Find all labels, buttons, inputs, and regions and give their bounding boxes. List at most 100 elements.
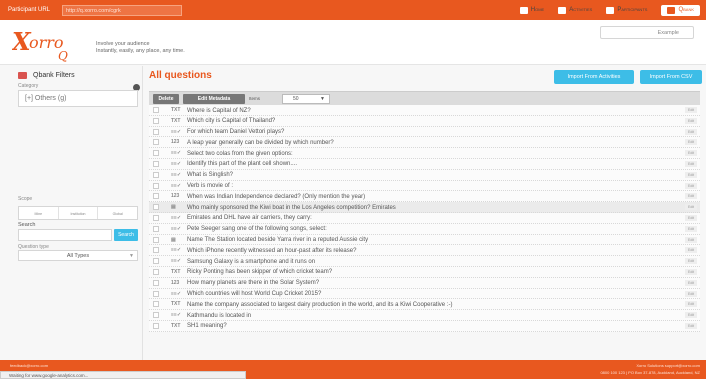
items-per-page-select[interactable]: 50 ▼ — [282, 94, 330, 104]
question-row[interactable]: 123 How many planets are there in the Sol… — [149, 277, 700, 289]
question-text[interactable]: A leap year generally can be divided by … — [187, 139, 334, 147]
question-row[interactable]: ≡≡✓ Emirates and DHL have air carriers, t… — [149, 212, 700, 224]
edit-button[interactable]: Edit — [685, 322, 697, 329]
question-text[interactable]: Ricky Ponting has been skipper of which … — [187, 268, 332, 276]
edit-button[interactable]: Edit — [685, 312, 697, 319]
question-row[interactable]: TXT SH1 meaning? Edit — [149, 320, 700, 332]
edit-button[interactable]: Edit — [685, 139, 697, 146]
question-row[interactable]: TXT Where is Capital of NZ? Edit — [149, 105, 700, 116]
edit-button[interactable]: Edit — [685, 107, 697, 113]
question-text[interactable]: What is Singlish? — [187, 171, 233, 179]
question-text[interactable]: When was Indian Independence declared? (… — [187, 193, 365, 201]
question-row[interactable]: ≡≡✓ Select two colas from the given optio… — [149, 148, 700, 159]
question-row[interactable]: ▤ Who mainly sponsored the Kiwi boat in t… — [149, 202, 700, 213]
edit-button[interactable]: Edit — [685, 204, 697, 211]
account-menu[interactable]: Example — [600, 26, 694, 39]
row-checkbox[interactable] — [153, 258, 159, 265]
question-text[interactable]: Which countries will host World Cup Cric… — [187, 290, 321, 298]
question-row[interactable]: ≡≡✓ For which team Daniel Vettori plays? E… — [149, 126, 700, 138]
row-checkbox[interactable] — [153, 301, 159, 308]
question-text[interactable]: Name the company associated to largest d… — [187, 301, 452, 309]
row-checkbox[interactable] — [153, 225, 159, 232]
question-row[interactable]: ≡≡✓ Which iPhone recently witnessed an ho… — [149, 245, 700, 257]
edit-button[interactable]: Edit — [685, 182, 697, 189]
question-row[interactable]: ≡≡✓ Samsung Galaxy is a smartphone and it… — [149, 256, 700, 267]
question-row[interactable]: 123 When was Indian Independence declared… — [149, 191, 700, 203]
question-text[interactable]: Verb is movie of : — [187, 182, 233, 190]
row-checkbox[interactable] — [153, 117, 159, 124]
question-text[interactable]: Which city is Capital of Thailand? — [187, 117, 275, 125]
question-text[interactable]: Which iPhone recently witnessed an hour-… — [187, 247, 356, 255]
edit-button[interactable]: Edit — [685, 214, 697, 221]
footer-link[interactable]: feedback@xorro.com — [10, 363, 48, 368]
row-checkbox[interactable] — [153, 139, 159, 146]
edit-button[interactable]: Edit — [685, 268, 697, 275]
question-text[interactable]: SH1 meaning? — [187, 322, 227, 330]
edit-button[interactable]: Edit — [685, 171, 697, 178]
participant-url-field[interactable]: http://q.xorro.com/cgrk — [62, 4, 183, 16]
edit-button[interactable]: Edit — [685, 258, 697, 265]
scope-mine[interactable]: Mine — [19, 207, 59, 219]
question-row[interactable]: ≡≡✓ Verb is movie of : Edit — [149, 180, 700, 192]
row-checkbox[interactable] — [153, 312, 159, 319]
question-text[interactable]: For which team Daniel Vettori plays? — [187, 128, 284, 136]
question-text[interactable]: Kathmandu is located in — [187, 312, 251, 320]
question-text[interactable]: Where is Capital of NZ? — [187, 107, 251, 115]
question-row[interactable]: ≡≡✓ What is Singlish? Edit — [149, 169, 700, 181]
question-text[interactable]: Pete Seeger sang one of the following so… — [187, 225, 327, 233]
edit-button[interactable]: Edit — [685, 160, 697, 167]
nav-activities[interactable]: Activities — [558, 6, 592, 14]
edit-button[interactable]: Edit — [685, 290, 697, 297]
xorro-logo[interactable]: X orro Q — [12, 26, 78, 62]
edit-button[interactable]: Edit — [685, 236, 697, 243]
question-row[interactable]: TXT Name the company associated to larges… — [149, 299, 700, 311]
import-from-csv-button[interactable]: Import From CSV — [640, 70, 702, 84]
question-text[interactable]: Emirates and DHL have air carriers, they… — [187, 214, 312, 222]
question-type-select[interactable]: All Types ▼ — [18, 250, 138, 261]
import-from-activities-button[interactable]: Import From Activities — [554, 70, 634, 84]
question-text[interactable]: Samsung Galaxy is a smartphone and it ru… — [187, 258, 315, 266]
category-tree[interactable]: [+] Others (g) — [18, 90, 138, 107]
row-checkbox[interactable] — [153, 107, 159, 113]
row-checkbox[interactable] — [153, 322, 159, 329]
question-row[interactable]: ≡≡✓ Identify this part of the plant cell … — [149, 158, 700, 170]
row-checkbox[interactable] — [153, 236, 159, 243]
edit-button[interactable]: Edit — [685, 301, 697, 308]
row-checkbox[interactable] — [153, 150, 159, 157]
search-input[interactable] — [18, 229, 112, 241]
edit-button[interactable]: Edit — [685, 150, 697, 157]
row-checkbox[interactable] — [153, 279, 159, 286]
edit-button[interactable]: Edit — [685, 225, 697, 232]
question-row[interactable]: ▤ Name The Station located beside Yarra r… — [149, 234, 700, 246]
edit-button[interactable]: Edit — [685, 247, 697, 254]
row-checkbox[interactable] — [153, 247, 159, 254]
nav-participants[interactable]: Participants — [606, 6, 647, 14]
question-row[interactable]: TXT Which city is Capital of Thailand? Edi… — [149, 115, 700, 127]
question-text[interactable]: How many planets are there in the Solar … — [187, 279, 319, 287]
nav-qbank[interactable]: Qbank — [661, 4, 700, 16]
question-row[interactable]: ≡≡✓ Which countries will host World Cup C… — [149, 288, 700, 300]
edit-button[interactable]: Edit — [685, 128, 697, 135]
nav-home[interactable]: Home — [519, 6, 544, 14]
edit-button[interactable]: Edit — [685, 279, 697, 286]
question-text[interactable]: Select two colas from the given options: — [187, 150, 293, 158]
question-text[interactable]: Name The Station located beside Yarra ri… — [187, 236, 368, 244]
delete-button[interactable]: Delete — [153, 94, 179, 104]
question-row[interactable]: 123 A leap year generally can be divided … — [149, 137, 700, 149]
question-row[interactable]: ≡≡✓ Pete Seeger sang one of the following… — [149, 223, 700, 235]
row-checkbox[interactable] — [153, 193, 159, 200]
search-button[interactable]: Search — [114, 229, 138, 241]
row-checkbox[interactable] — [153, 160, 159, 167]
question-text[interactable]: Identify this part of the plant cell sho… — [187, 160, 297, 168]
row-checkbox[interactable] — [153, 182, 159, 189]
edit-metadata-button[interactable]: Edit Metadata — [183, 94, 245, 104]
row-checkbox[interactable] — [153, 128, 159, 135]
question-text[interactable]: Who mainly sponsored the Kiwi boat in th… — [187, 204, 396, 212]
edit-button[interactable]: Edit — [685, 193, 697, 200]
edit-button[interactable]: Edit — [685, 117, 697, 124]
row-checkbox[interactable] — [153, 268, 159, 275]
row-checkbox[interactable] — [153, 171, 159, 178]
row-checkbox[interactable] — [153, 214, 159, 221]
scope-institution[interactable]: Institution — [59, 207, 99, 219]
row-checkbox[interactable] — [153, 204, 159, 211]
